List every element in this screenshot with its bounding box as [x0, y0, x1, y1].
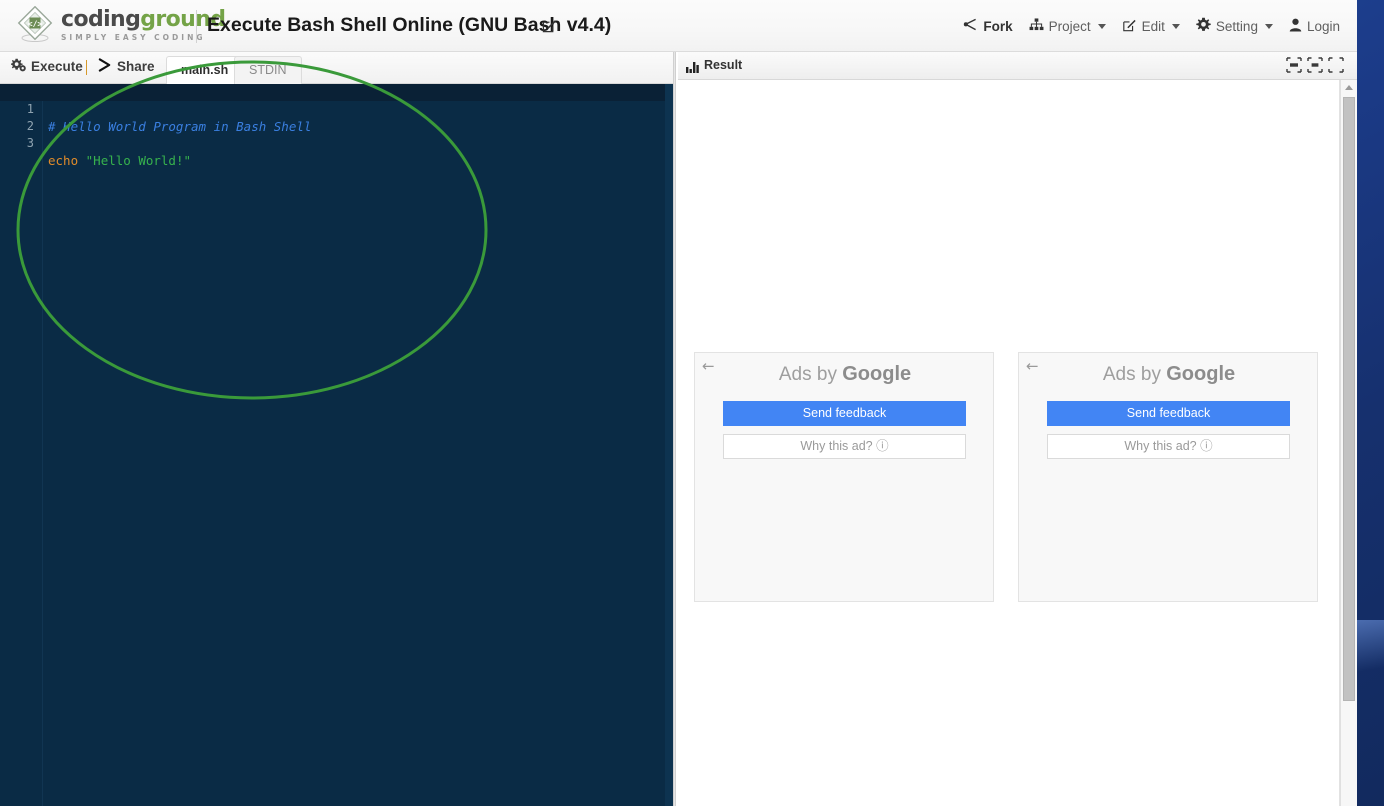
share-button[interactable]: Share — [98, 58, 155, 75]
code-line[interactable]: 3 echo "Hello World!" — [0, 118, 673, 168]
google-ad-block: ← Ads by Google Send feedback Why this a… — [1018, 352, 1318, 602]
line-number-gutter — [0, 84, 43, 806]
edit-square-icon[interactable] — [542, 18, 557, 33]
browser-window: </> codingground SIMPLY EASY CODING Exec… — [0, 0, 1357, 806]
line-number: 3 — [26, 136, 34, 150]
svg-text:</>: </> — [28, 20, 43, 29]
gears-icon — [10, 58, 26, 75]
chevron-down-icon — [1264, 23, 1273, 29]
toolbar-separator — [86, 60, 87, 75]
result-scrollbar[interactable] — [1340, 80, 1357, 806]
fork-icon — [963, 18, 978, 34]
result-panel-title: Result — [704, 58, 743, 72]
ads-by-google-label: Ads by Google — [695, 363, 995, 386]
google-brand: Google — [1166, 363, 1236, 385]
code-token-keyword: echo — [48, 153, 79, 168]
chevron-down-icon — [1097, 23, 1106, 29]
why-this-ad-button[interactable]: Why this ad? ⓘ — [1047, 434, 1290, 459]
share-label: Share — [117, 59, 155, 74]
why-this-ad-button[interactable]: Why this ad? ⓘ — [723, 434, 966, 459]
header-divider — [196, 10, 197, 43]
ads-by-google-label: Ads by Google — [1019, 363, 1319, 386]
nav-item-edit[interactable]: Edit — [1114, 16, 1188, 37]
code-line[interactable]: 2 — [0, 101, 673, 133]
desktop-wallpaper-sheen — [1357, 620, 1384, 690]
split-horizontal-icon[interactable] — [1286, 57, 1302, 73]
nav-label-setting: Setting — [1215, 18, 1258, 34]
nav-item-login[interactable]: Login — [1281, 16, 1348, 37]
scrollbar-thumb[interactable] — [1343, 97, 1355, 701]
split-vertical-icon[interactable] — [1307, 57, 1323, 73]
logo-tagline: SIMPLY EASY CODING — [61, 32, 206, 42]
chevron-down-icon — [1171, 23, 1180, 29]
result-panel: Result ← Ads by Google Send feedback Why… — [678, 52, 1357, 806]
panel-resize-divider[interactable] — [673, 52, 676, 806]
result-panel-header: Result — [678, 52, 1357, 80]
panel-layout-controls — [1286, 57, 1344, 73]
editor-toolbar: Execute Share main.sh STDIN — [0, 52, 673, 84]
share-arrow-icon — [98, 58, 112, 75]
scroll-up-arrow-icon[interactable] — [1341, 80, 1357, 96]
nav-label-project: Project — [1048, 18, 1091, 34]
execute-label: Execute — [31, 59, 83, 74]
nav-label-edit: Edit — [1141, 18, 1165, 34]
nav-label-login: Login — [1306, 18, 1340, 34]
edit-square-icon — [1122, 18, 1137, 35]
code-token-string: "Hello World!" — [85, 153, 191, 168]
site-logo[interactable]: </> codingground SIMPLY EASY CODING — [16, 5, 226, 44]
editor-tab-main-sh[interactable]: main.sh — [166, 56, 244, 84]
top-navigation: Fork Project Edit Setting Login — [955, 15, 1348, 37]
code-editor[interactable]: 1 # Hello World Program in Bash Shell 2 … — [0, 84, 673, 806]
nav-item-fork[interactable]: Fork — [955, 16, 1020, 36]
google-ad-block: ← Ads by Google Send feedback Why this a… — [694, 352, 994, 602]
editor-scrollbar[interactable] — [665, 84, 673, 806]
ads-by-prefix: Ads by — [778, 364, 843, 385]
user-icon — [1289, 18, 1302, 35]
bar-chart-icon — [686, 60, 699, 73]
nav-item-setting[interactable]: Setting — [1188, 15, 1281, 37]
execute-button[interactable]: Execute — [10, 58, 83, 75]
code-tokens: echo "Hello World!" — [48, 152, 191, 169]
editor-tab-stdin[interactable]: STDIN — [234, 56, 302, 84]
result-output-area[interactable]: ← Ads by Google Send feedback Why this a… — [678, 80, 1340, 806]
codingground-diamond-logo-icon: </> — [16, 5, 54, 44]
send-feedback-button[interactable]: Send feedback — [1047, 401, 1290, 426]
site-header: </> codingground SIMPLY EASY CODING Exec… — [0, 0, 1357, 52]
google-brand: Google — [842, 363, 912, 385]
nav-item-project[interactable]: Project — [1021, 16, 1114, 36]
send-feedback-button[interactable]: Send feedback — [723, 401, 966, 426]
code-line[interactable]: 1 # Hello World Program in Bash Shell — [0, 84, 673, 134]
ads-by-prefix: Ads by — [1102, 364, 1167, 385]
fullscreen-icon[interactable] — [1328, 57, 1344, 73]
logo-word-primary: coding — [61, 6, 141, 32]
gear-icon — [1196, 17, 1211, 35]
project-tree-icon — [1029, 18, 1044, 34]
nav-label-fork: Fork — [983, 18, 1013, 34]
